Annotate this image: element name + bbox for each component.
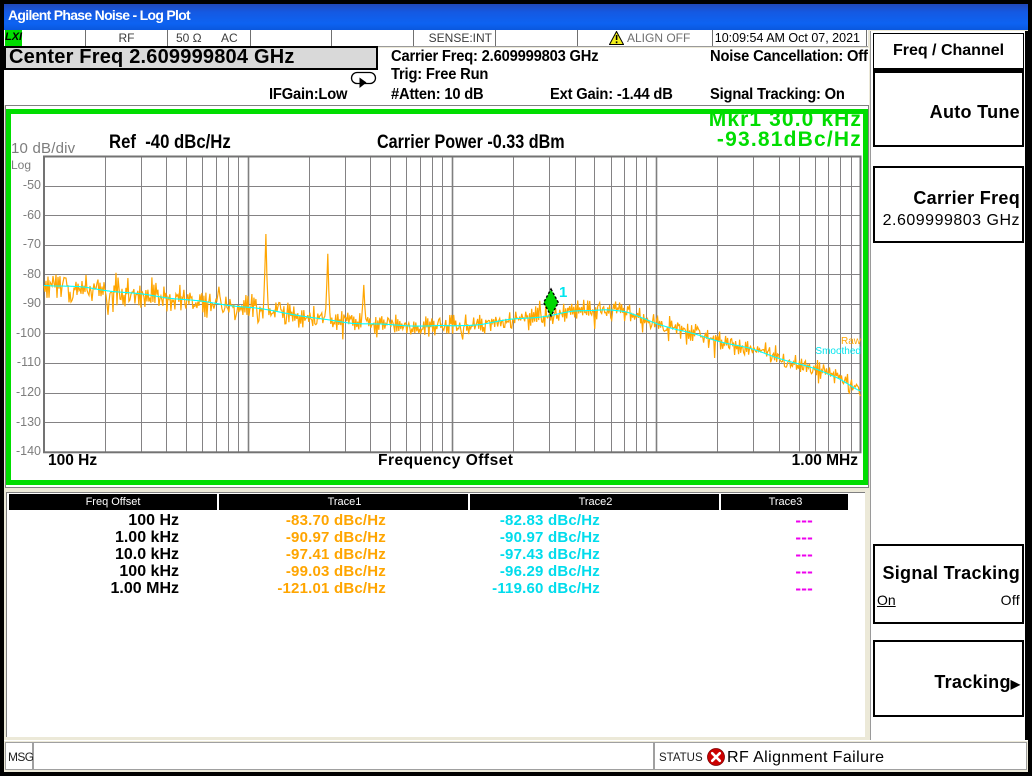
svg-text:Smoothed: Smoothed	[815, 346, 861, 357]
svg-text:1: 1	[559, 284, 567, 301]
